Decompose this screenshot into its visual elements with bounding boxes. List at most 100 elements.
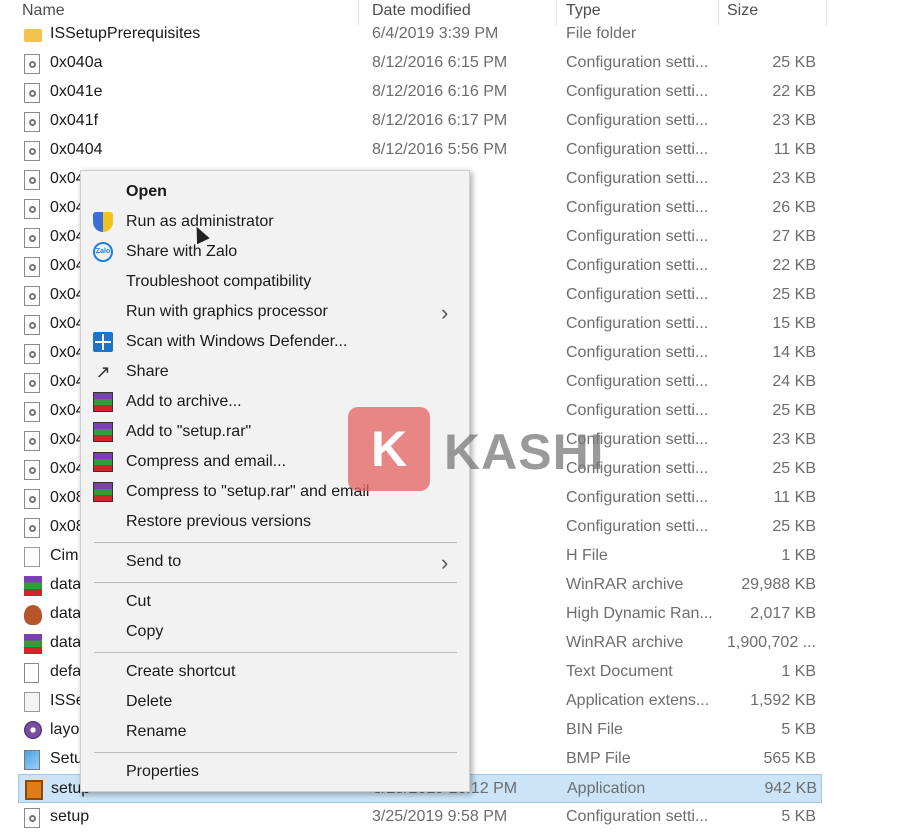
file-type: Application extens... (566, 692, 710, 709)
file-size: 23 KB (772, 112, 816, 129)
uac-shield-icon (93, 212, 113, 232)
watermark-text: KASHI (444, 424, 605, 480)
windows-defender-icon (93, 332, 113, 352)
dll-file-icon (24, 692, 40, 712)
file-date-modified: 8/12/2016 5:56 PM (372, 141, 508, 158)
config-file-icon (24, 112, 40, 132)
menu-item-copy[interactable]: Copy (81, 617, 469, 647)
menu-item-label: Add to archive... (126, 393, 242, 410)
file-size: 23 KB (772, 431, 816, 448)
file-name: 0x041e (50, 83, 103, 100)
menu-item-label: Rename (126, 723, 187, 740)
file-size: 2,017 KB (750, 605, 816, 622)
file-size: 26 KB (772, 199, 816, 216)
bin-file-icon (24, 721, 42, 739)
file-row[interactable]: 0x041e 8/12/2016 6:16 PM Configuration set… (0, 78, 830, 107)
file-type: Configuration setti... (566, 315, 709, 332)
winrar-icon (24, 576, 42, 596)
file-size: 14 KB (772, 344, 816, 361)
column-header-date[interactable]: Date modified (372, 2, 471, 20)
file-name: data (50, 576, 82, 593)
file-name: data (50, 634, 82, 651)
menu-item-label: Delete (126, 693, 173, 710)
menu-item-delete[interactable]: Delete (81, 687, 469, 717)
file-name: ISSetupPrerequisites (50, 25, 201, 42)
h-file-icon (24, 547, 40, 567)
column-header-type[interactable]: Type (566, 2, 601, 20)
menu-item-create-shortcut[interactable]: Create shortcut (81, 657, 469, 687)
bmp-file-icon (24, 750, 40, 770)
menu-item-label: Open (126, 183, 167, 200)
file-size: 25 KB (772, 460, 816, 477)
menu-item-open[interactable]: Open (81, 177, 469, 207)
file-type: Configuration setti... (566, 199, 709, 216)
file-name: defa (50, 663, 82, 680)
menu-item-run-with-graphics-processor[interactable]: Run with graphics processor › (81, 297, 469, 327)
file-name: Cim (50, 547, 79, 564)
file-size: 27 KB (772, 228, 816, 245)
file-type: WinRAR archive (566, 634, 684, 651)
menu-separator (94, 752, 457, 753)
zalo-icon: Zalo (93, 242, 113, 262)
file-type: BMP File (566, 750, 631, 767)
menu-item-label: Create shortcut (126, 663, 236, 680)
menu-item-share-with-zalo[interactable]: Zalo Share with Zalo (81, 237, 469, 267)
file-row[interactable]: 0x041f 8/12/2016 6:17 PM Configuration set… (0, 107, 830, 136)
chevron-right-icon: › (441, 550, 449, 575)
file-name: setup (50, 808, 90, 825)
config-file-icon (24, 402, 40, 422)
file-date-modified: 8/12/2016 6:17 PM (372, 112, 508, 129)
text-file-icon (24, 663, 39, 683)
file-row[interactable]: ISSetupPrerequisites 6/4/2019 3:39 PM File… (0, 20, 830, 49)
winrar-icon (93, 482, 113, 502)
file-row[interactable]: 0x040a 8/12/2016 6:15 PM Configuration set… (0, 49, 830, 78)
file-type: High Dynamic Ran... (566, 605, 712, 622)
file-size: 1 KB (781, 547, 816, 564)
file-type: BIN File (566, 721, 623, 738)
file-size: 24 KB (772, 373, 816, 390)
file-type: Configuration setti... (566, 83, 709, 100)
menu-item-send-to[interactable]: Send to › (81, 547, 469, 577)
config-file-icon (24, 489, 40, 509)
file-row[interactable]: 0x0404 8/12/2016 5:56 PM Configuration set… (0, 136, 830, 165)
file-row[interactable]: setup 3/25/2019 9:58 PM Configuration sett… (0, 803, 830, 832)
menu-item-troubleshoot-compatibility[interactable]: Troubleshoot compatibility (81, 267, 469, 297)
file-name: 0x041f (50, 112, 99, 129)
file-name: data (50, 605, 82, 622)
menu-separator (94, 542, 457, 543)
menu-item-label: Properties (126, 763, 199, 780)
config-file-icon (24, 199, 40, 219)
config-file-icon (24, 170, 40, 190)
config-file-icon (24, 54, 40, 74)
file-name: 0x040a (50, 54, 103, 71)
menu-item-run-as-administrator[interactable]: Run as administrator (81, 207, 469, 237)
config-file-icon (24, 808, 40, 828)
file-size: 1,592 KB (750, 692, 816, 709)
file-type: Configuration setti... (566, 54, 709, 71)
menu-item-label: Cut (126, 593, 151, 610)
file-size: 565 KB (763, 750, 816, 767)
menu-item-rename[interactable]: Rename (81, 717, 469, 747)
file-size: 29,988 KB (741, 576, 816, 593)
file-date-modified: 8/12/2016 6:16 PM (372, 83, 508, 100)
file-type: Text Document (566, 663, 673, 680)
file-date-modified: 6/4/2019 3:39 PM (372, 25, 499, 42)
column-header-name[interactable]: Name (22, 2, 65, 20)
menu-item-share[interactable]: ↗ Share (81, 357, 469, 387)
column-header-size[interactable]: Size (727, 2, 758, 20)
config-file-icon (24, 257, 40, 277)
menu-item-label: Send to (126, 553, 182, 570)
file-type: Configuration setti... (566, 489, 709, 506)
menu-item-label: Restore previous versions (126, 513, 311, 530)
file-type: Application (567, 780, 646, 797)
watermark-badge: K (348, 407, 430, 491)
file-type: File folder (566, 25, 637, 42)
menu-item-scan-with-windows-defender[interactable]: Scan with Windows Defender... (81, 327, 469, 357)
menu-separator (94, 582, 457, 583)
menu-item-cut[interactable]: Cut (81, 587, 469, 617)
hdr-file-icon (24, 605, 42, 625)
menu-item-restore-previous-versions[interactable]: Restore previous versions (81, 507, 469, 537)
file-type: Configuration setti... (566, 228, 709, 245)
menu-item-properties[interactable]: Properties (81, 757, 469, 787)
config-file-icon (24, 460, 40, 480)
